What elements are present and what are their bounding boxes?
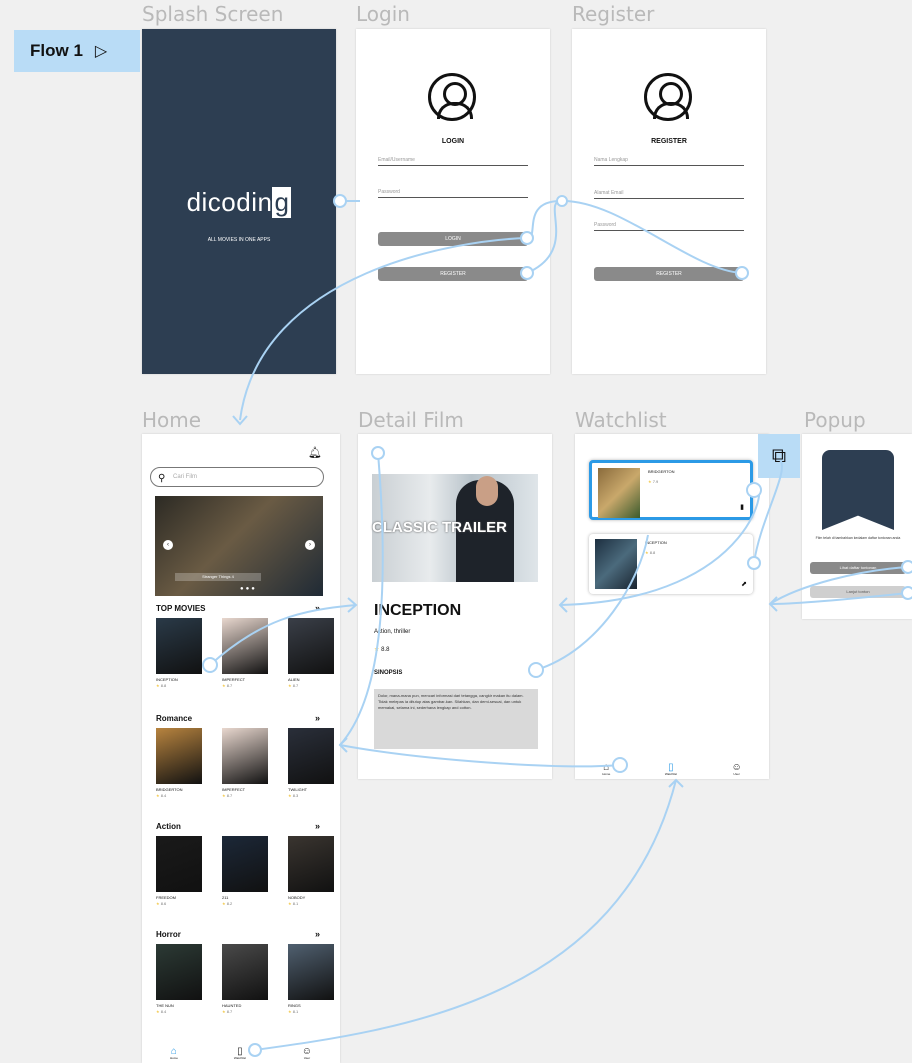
link-popup-continue xyxy=(769,592,909,605)
link-register-login xyxy=(526,199,743,274)
link-login-home xyxy=(239,237,528,421)
prototype-connections xyxy=(202,194,912,1057)
link-card-detail xyxy=(559,487,761,606)
link-top-to-detail xyxy=(209,604,357,666)
link-popup-back xyxy=(769,566,909,605)
link-watchlist-home xyxy=(339,744,621,768)
link-detail-back xyxy=(339,452,384,746)
link-device xyxy=(753,459,783,564)
link-home-watchlist xyxy=(254,779,677,1051)
